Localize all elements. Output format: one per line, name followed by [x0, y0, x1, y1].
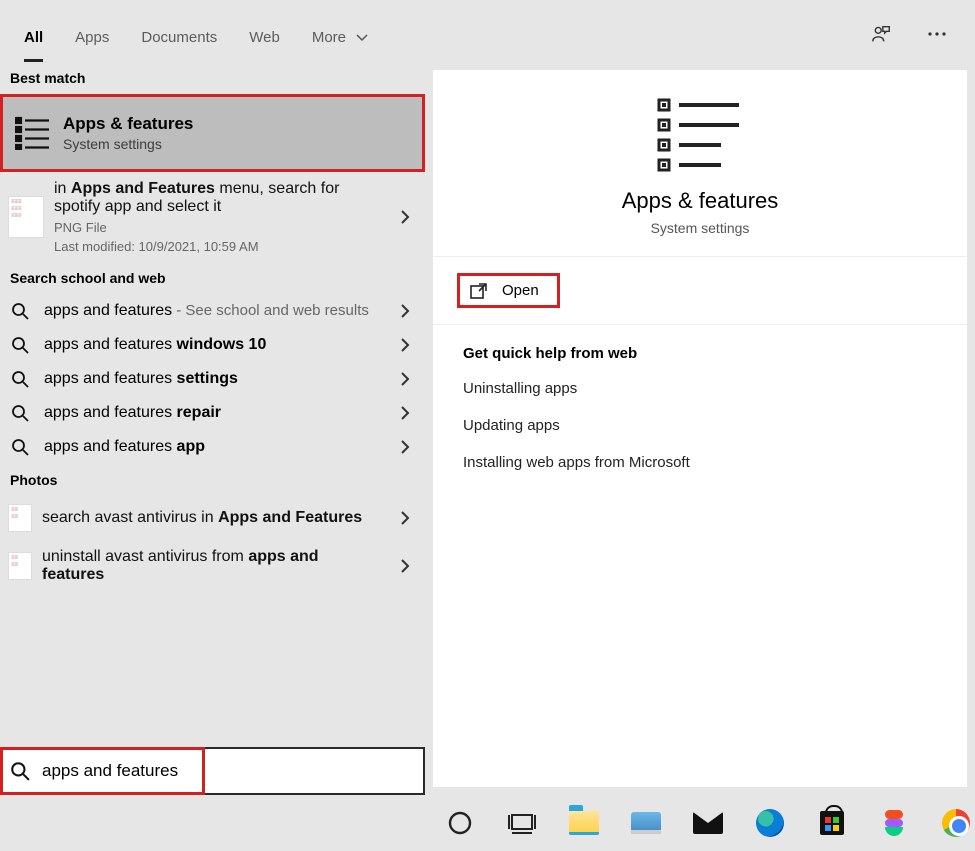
web-result-1[interactable]: apps and features windows 10: [0, 328, 425, 362]
search-box[interactable]: [0, 747, 425, 795]
photo-thumbnail-icon: ≡≡≡≡: [8, 552, 32, 580]
best-match-result[interactable]: Apps & features System settings: [0, 94, 425, 172]
chevron-right-icon[interactable]: [393, 337, 417, 353]
chevron-right-icon[interactable]: [393, 439, 417, 455]
tab-all[interactable]: All: [8, 9, 59, 62]
best-match-subtitle: System settings: [63, 136, 193, 152]
section-school-web: Search school and web: [0, 262, 425, 294]
search-input[interactable]: [40, 760, 415, 782]
help-link[interactable]: Installing web apps from Microsoft: [463, 454, 937, 471]
preview-subtitle: System settings: [651, 220, 750, 236]
figma-icon[interactable]: [877, 806, 911, 840]
search-icon: [8, 404, 32, 422]
chevron-right-icon[interactable]: [393, 558, 417, 574]
chevron-right-icon[interactable]: [393, 510, 417, 526]
chevron-right-icon[interactable]: [393, 209, 417, 225]
web-result-text: apps and features - See school and web r…: [44, 302, 381, 320]
section-best-match: Best match: [0, 62, 425, 94]
web-result-text: apps and features windows 10: [44, 336, 381, 354]
help-section-title: Get quick help from web: [463, 345, 937, 362]
file-explorer-icon[interactable]: [567, 806, 601, 840]
preview-title: Apps & features: [622, 188, 779, 214]
open-button[interactable]: Open: [457, 273, 560, 308]
web-result-0[interactable]: apps and features - See school and web r…: [0, 294, 425, 328]
search-icon: [8, 336, 32, 354]
mail-icon[interactable]: [691, 806, 725, 840]
web-result-text: apps and features app: [44, 438, 381, 456]
web-result-text: apps and features repair: [44, 404, 381, 422]
preview-pane: Apps & features System settings Open Get…: [433, 70, 967, 787]
help-link[interactable]: Uninstalling apps: [463, 380, 937, 397]
search-icon: [8, 438, 32, 456]
web-result-2[interactable]: apps and features settings: [0, 362, 425, 396]
apps-features-preview-icon: [655, 94, 745, 174]
tab-apps[interactable]: Apps: [59, 9, 125, 62]
file-thumbnail-icon: ≡≡≡≡≡≡≡≡≡: [8, 196, 44, 238]
chevron-right-icon[interactable]: [393, 371, 417, 387]
chevron-right-icon[interactable]: [393, 303, 417, 319]
search-results-pane: Best match Apps & features System settin…: [0, 62, 425, 795]
tab-more[interactable]: More: [296, 9, 384, 62]
section-photos: Photos: [0, 464, 425, 496]
feedback-icon[interactable]: [867, 20, 895, 48]
photo-result-0[interactable]: ≡≡≡≡ search avast antivirus in Apps and …: [0, 496, 425, 540]
keyboard-app-icon[interactable]: [629, 806, 663, 840]
best-match-title: Apps & features: [63, 114, 193, 134]
photo-thumbnail-icon: ≡≡≡≡: [8, 504, 32, 532]
chrome-icon[interactable]: [939, 806, 973, 840]
search-icon: [10, 761, 30, 781]
open-external-icon: [470, 283, 488, 299]
file-result-type: PNG File: [54, 220, 383, 235]
photo-result-text: uninstall avast antivirus from apps and …: [42, 548, 383, 584]
photo-result-text: search avast antivirus in Apps and Featu…: [42, 509, 383, 527]
help-link[interactable]: Updating apps: [463, 417, 937, 434]
chevron-down-icon: [356, 34, 368, 42]
apps-features-list-icon: [13, 113, 53, 153]
chevron-right-icon[interactable]: [393, 405, 417, 421]
search-filter-tabs: All Apps Documents Web More: [0, 0, 975, 62]
web-result-text: apps and features settings: [44, 370, 381, 388]
cortana-icon[interactable]: [443, 806, 477, 840]
file-result-modified: Last modified: 10/9/2021, 10:59 AM: [54, 239, 383, 254]
file-result-title: in Apps and Features menu, search for sp…: [54, 180, 383, 216]
web-result-3[interactable]: apps and features repair: [0, 396, 425, 430]
tab-web[interactable]: Web: [233, 9, 296, 62]
search-icon: [8, 370, 32, 388]
photo-result-1[interactable]: ≡≡≡≡ uninstall avast antivirus from apps…: [0, 540, 425, 592]
edge-icon[interactable]: [753, 806, 787, 840]
task-view-icon[interactable]: [505, 806, 539, 840]
file-result[interactable]: ≡≡≡≡≡≡≡≡≡ in Apps and Features menu, sea…: [0, 172, 425, 262]
open-label: Open: [502, 282, 539, 299]
microsoft-store-icon[interactable]: [815, 806, 849, 840]
more-options-icon[interactable]: [923, 20, 951, 48]
taskbar: [425, 795, 975, 851]
search-icon: [8, 302, 32, 320]
tab-documents[interactable]: Documents: [125, 9, 233, 62]
tab-more-label: More: [312, 29, 346, 46]
web-result-4[interactable]: apps and features app: [0, 430, 425, 464]
